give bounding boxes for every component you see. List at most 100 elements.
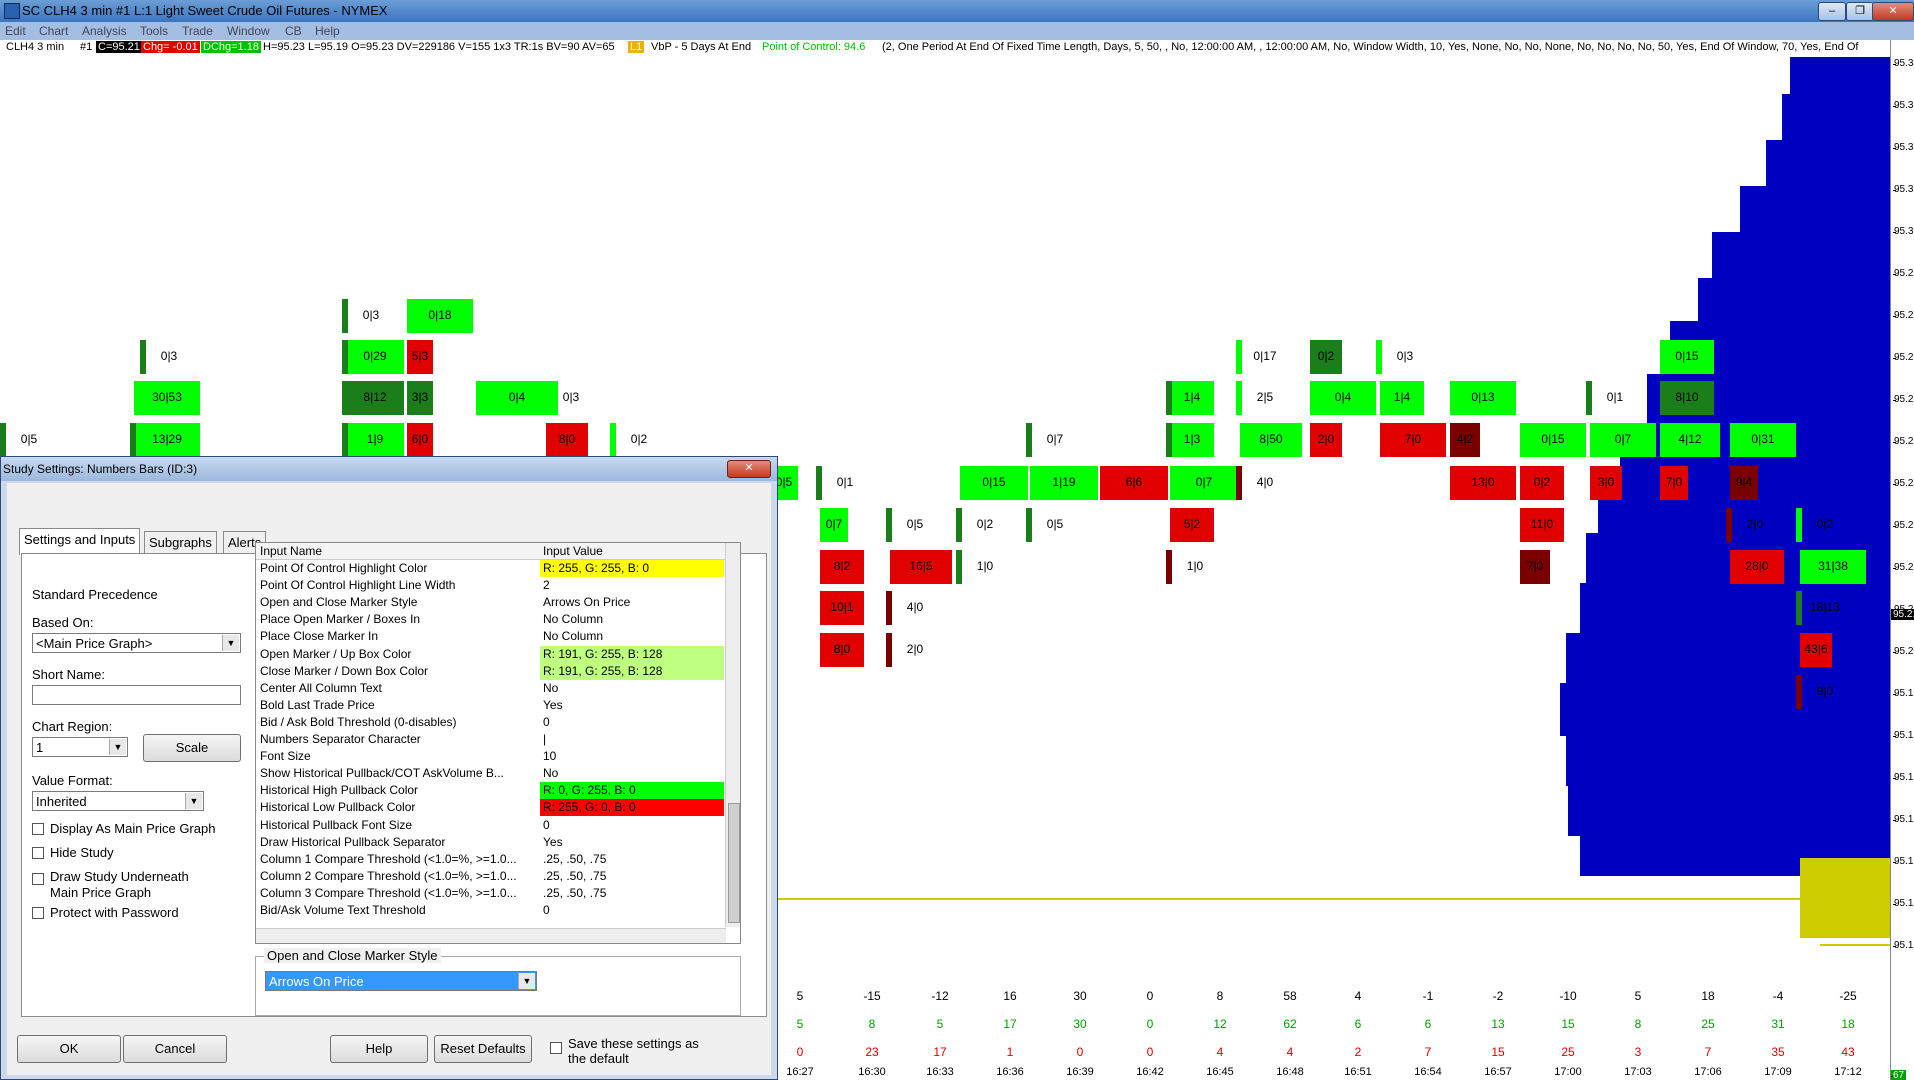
input-row[interactable]: Draw Historical Pullback Separator Yes [256, 834, 724, 851]
cell-value: 5|2 [1183, 517, 1201, 531]
display-as-main-checkbox[interactable] [32, 823, 44, 835]
input-value[interactable]: 0 [540, 902, 724, 919]
save-default-label: Save these settings as the default [568, 1036, 699, 1066]
input-value[interactable]: .25, .50, .75 [540, 868, 724, 885]
menu-window[interactable]: Window [227, 24, 270, 38]
input-value[interactable]: R: 255, G: 0, B: 0 [540, 799, 724, 817]
input-value[interactable]: No [540, 680, 724, 697]
close-window-button[interactable]: ✕ [1872, 2, 1914, 21]
footer-ask-value: 6 [1424, 1017, 1432, 1031]
footer-bid-value: 7 [1424, 1045, 1432, 1059]
input-value[interactable]: No [540, 765, 724, 782]
value-format-select[interactable]: Inherited ▼ [32, 791, 204, 811]
grid-horizontal-scrollbar[interactable] [256, 928, 726, 943]
ok-button[interactable]: OK [17, 1035, 121, 1063]
input-value[interactable]: R: 191, G: 255, B: 128 [540, 662, 724, 680]
time-axis-label: 17:06 [1694, 1066, 1722, 1078]
input-row[interactable]: Center All Column Text No [256, 680, 724, 697]
menu-cb[interactable]: CB [285, 24, 302, 38]
input-row[interactable]: Historical High Pullback Color R: 0, G: 2… [256, 782, 724, 800]
input-row[interactable]: Point Of Control Highlight Color R: 255, … [256, 560, 724, 577]
tab-settings-and-inputs[interactable]: Settings and Inputs [19, 528, 141, 555]
marker-style-select[interactable]: Arrows On Price ▼ [265, 971, 537, 991]
input-row[interactable]: Place Close Marker In No Column [256, 628, 724, 645]
price-tick-label: 95.16 [1892, 814, 1914, 825]
input-value[interactable]: 0 [540, 817, 724, 834]
based-on-select[interactable]: <Main Price Graph> ▼ [32, 633, 241, 653]
reset-defaults-button[interactable]: Reset Defaults [434, 1035, 532, 1063]
footer-delta-value: 8 [1216, 989, 1224, 1003]
menu-help[interactable]: Help [315, 24, 340, 38]
input-value[interactable]: 10 [540, 748, 724, 765]
input-row[interactable]: Open and Close Marker Style Arrows On Pri… [256, 594, 724, 611]
footer-bid-value: 4 [1286, 1045, 1294, 1059]
footer-delta-value: 18 [1701, 989, 1715, 1003]
input-row[interactable]: Bold Last Trade Price Yes [256, 697, 724, 714]
scrollbar-thumb[interactable] [728, 803, 740, 923]
cell-value: 0|7 [825, 517, 843, 531]
input-value[interactable]: .25, .50, .75 [540, 851, 724, 868]
menu-analysis[interactable]: Analysis [82, 24, 127, 38]
dialog-close-button[interactable]: ✕ [727, 460, 771, 478]
input-value[interactable]: 0 [540, 714, 724, 731]
restore-button[interactable]: ❐ [1846, 2, 1874, 21]
input-value[interactable]: No Column [540, 628, 724, 645]
menu-chart[interactable]: Chart [39, 24, 68, 38]
input-row[interactable]: Show Historical Pullback/COT AskVolume B… [256, 765, 724, 782]
minimize-button[interactable]: – [1818, 2, 1846, 21]
time-axis-label: 17:09 [1764, 1066, 1792, 1078]
footer-ask-value: 12 [1213, 1017, 1227, 1031]
input-value[interactable]: R: 0, G: 255, B: 0 [540, 782, 724, 800]
input-value[interactable]: 2 [540, 577, 724, 594]
input-value[interactable]: Arrows On Price [540, 594, 724, 611]
scale-button[interactable]: Scale [143, 734, 241, 762]
input-row[interactable]: Point Of Control Highlight Line Width 2 [256, 577, 724, 594]
price-scale[interactable]: 95.34 95.33 95.32 95.31 95.30 95.29 95.28 95.27… [1890, 40, 1914, 1080]
protect-password-checkbox[interactable] [32, 907, 44, 919]
help-button[interactable]: Help [330, 1035, 428, 1063]
grid-vertical-scrollbar[interactable] [725, 543, 740, 927]
chart-region-select[interactable]: 1 ▼ [32, 737, 128, 757]
cell-value: 7|0 [1665, 475, 1683, 489]
input-name: Center All Column Text [260, 680, 382, 695]
menu-edit[interactable]: Edit [5, 24, 26, 38]
study-params: (2, One Period At End Of Fixed Time Leng… [882, 41, 1859, 53]
input-row[interactable]: Historical Low Pullback Color R: 255, G: … [256, 799, 724, 817]
poc-highlight [1800, 858, 1890, 938]
cell-value: 18|13 [1810, 600, 1840, 614]
input-value[interactable]: R: 255, G: 255, B: 0 [540, 560, 724, 577]
input-row[interactable]: Place Open Marker / Boxes In No Column [256, 611, 724, 628]
input-row[interactable]: Numbers Separator Character | [256, 731, 724, 748]
cell-value: 0|5 [1046, 517, 1064, 531]
hide-study-checkbox[interactable] [32, 847, 44, 859]
menu-trade[interactable]: Trade [182, 24, 213, 38]
volume-profile-bar [1566, 633, 1890, 683]
draw-underneath-checkbox[interactable] [32, 873, 44, 885]
menu-bar: Edit Chart Analysis Tools Trade Window C… [0, 22, 1914, 40]
volume-profile-bar [1698, 278, 1890, 321]
input-value[interactable]: No Column [540, 611, 724, 628]
tab-subgraphs[interactable]: Subgraphs [144, 531, 217, 554]
input-row[interactable]: Bid / Ask Bold Threshold (0-disables) 0 [256, 714, 724, 731]
input-row[interactable]: Column 2 Compare Threshold (<1.0=%, >=1.… [256, 868, 724, 885]
input-row[interactable]: Column 3 Compare Threshold (<1.0=%, >=1.… [256, 885, 724, 902]
input-name: Draw Historical Pullback Separator [260, 834, 446, 849]
input-row[interactable]: Font Size 10 [256, 748, 724, 765]
input-value[interactable]: | [540, 731, 724, 748]
input-row[interactable]: Close Marker / Down Box Color R: 191, G: … [256, 662, 724, 680]
input-value[interactable]: R: 191, G: 255, B: 128 [540, 645, 724, 663]
save-default-checkbox[interactable] [550, 1042, 562, 1054]
cancel-button[interactable]: Cancel [123, 1035, 227, 1063]
footer-delta-value: -10 [1559, 989, 1577, 1003]
menu-tools[interactable]: Tools [140, 24, 168, 38]
input-row[interactable]: Bid/Ask Volume Text Threshold 0 [256, 902, 724, 919]
short-name-input[interactable] [32, 685, 241, 705]
input-value[interactable]: Yes [540, 834, 724, 851]
cell-value: 13|29 [152, 432, 182, 446]
input-row[interactable]: Historical Pullback Font Size 0 [256, 817, 724, 834]
inputs-grid[interactable]: Input Name Input Value Point Of Control … [255, 542, 741, 944]
input-row[interactable]: Column 1 Compare Threshold (<1.0=%, >=1.… [256, 851, 724, 868]
input-value[interactable]: .25, .50, .75 [540, 885, 724, 902]
input-row[interactable]: Open Marker / Up Box Color R: 191, G: 255… [256, 645, 724, 663]
input-value[interactable]: Yes [540, 697, 724, 714]
